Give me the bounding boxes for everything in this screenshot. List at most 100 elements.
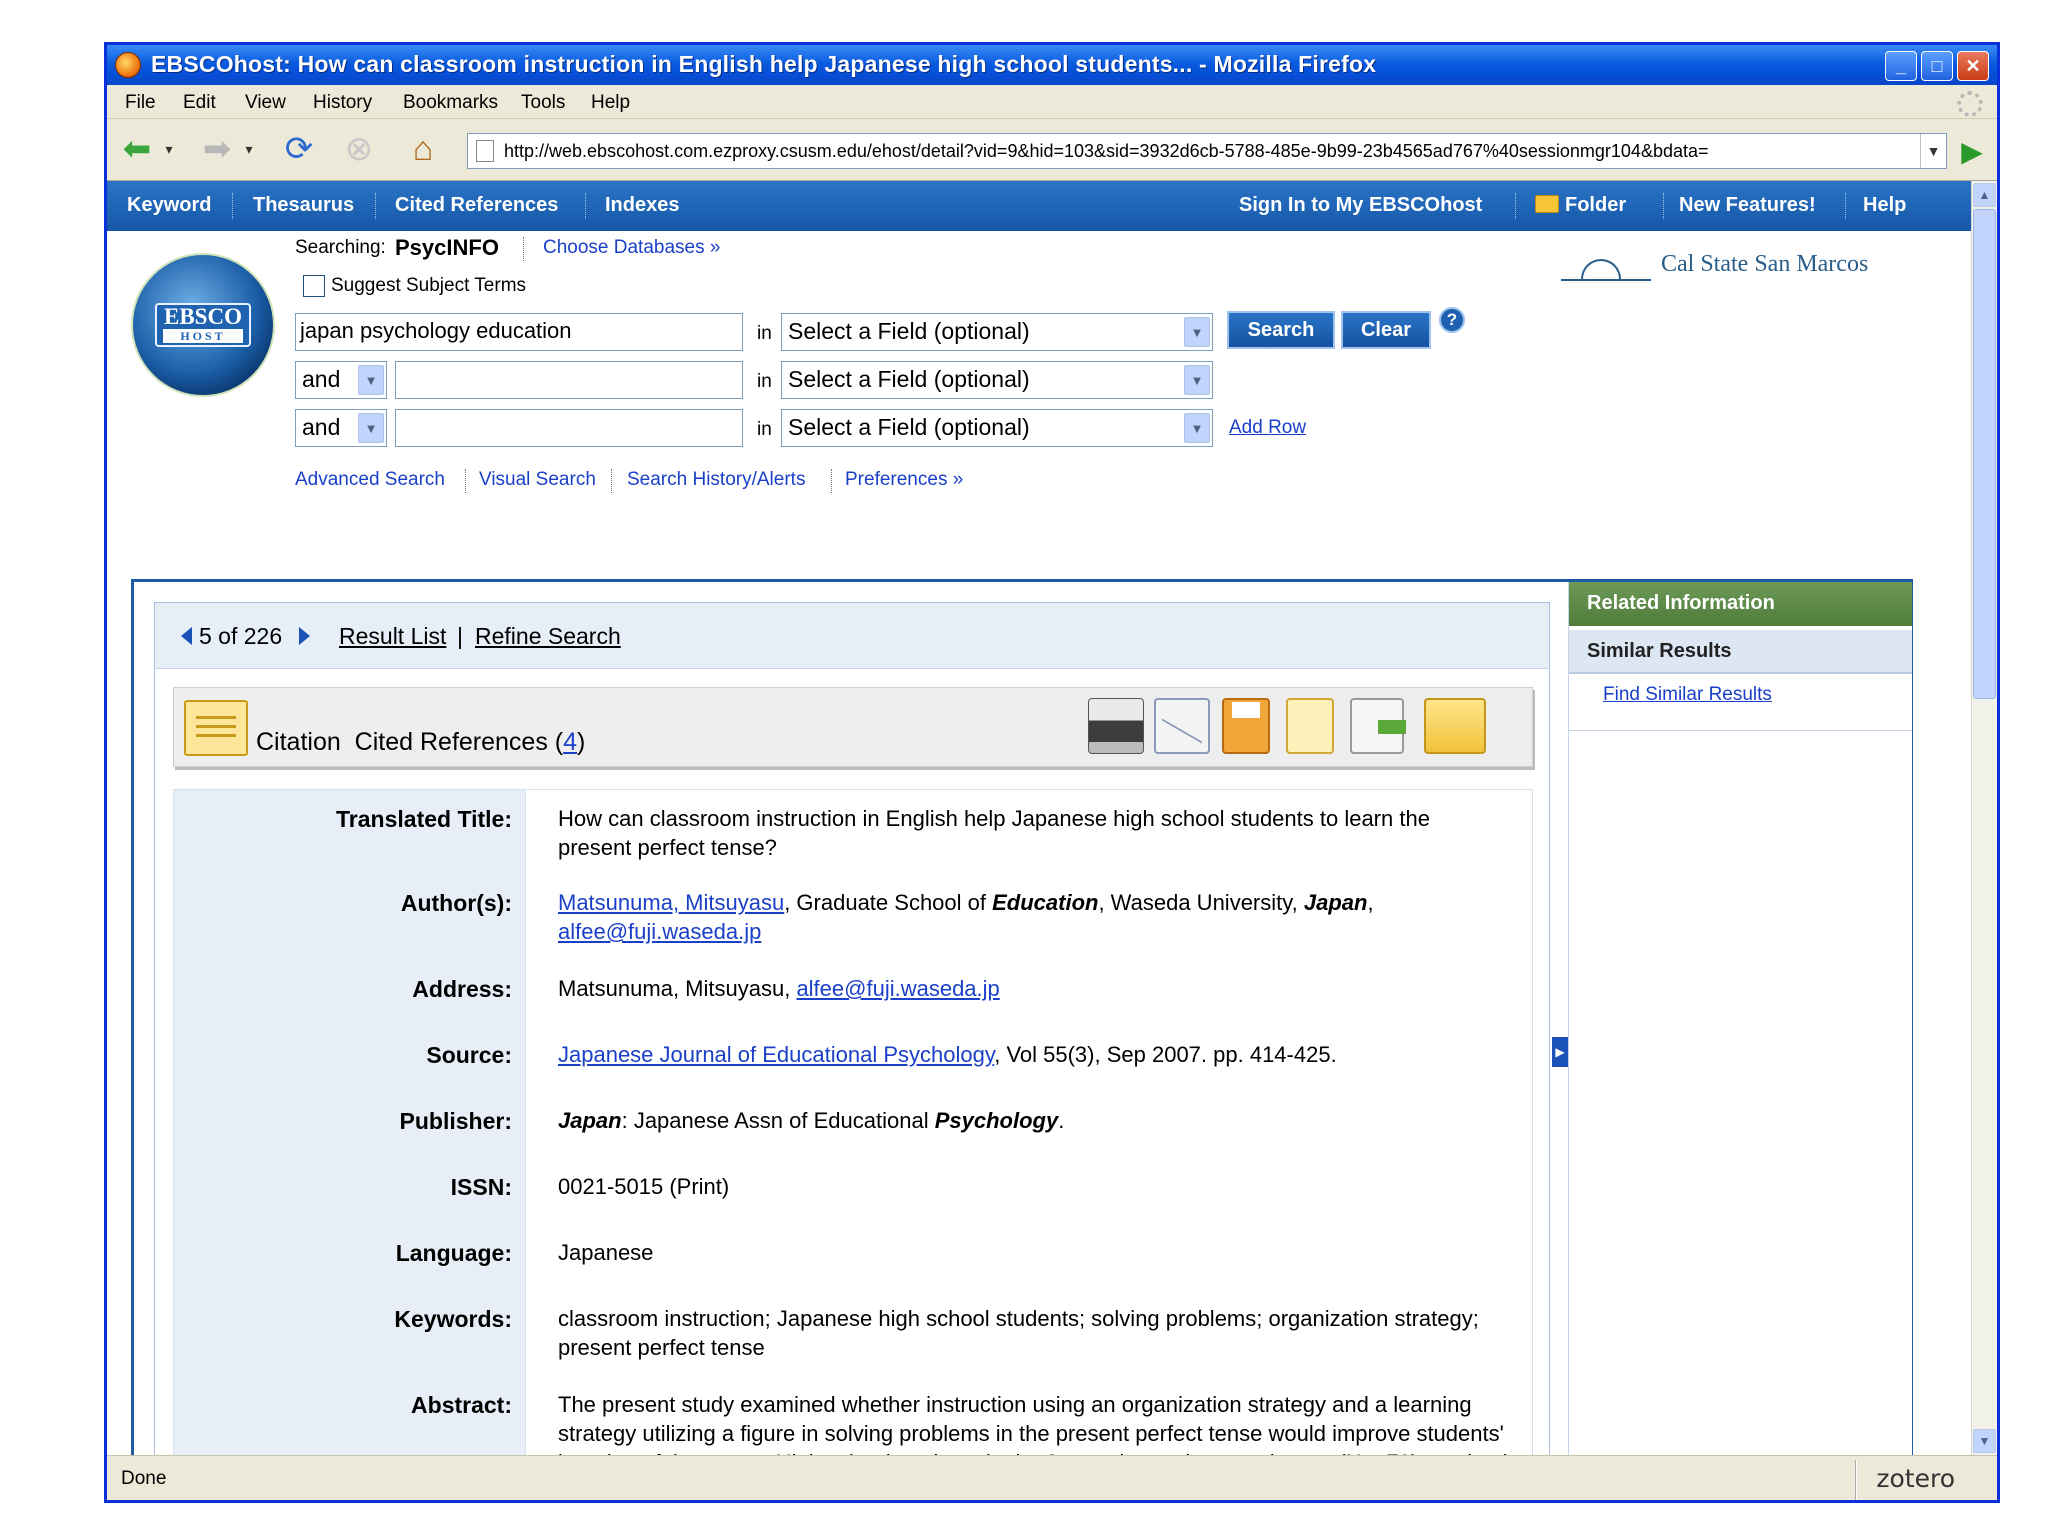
menu-tools[interactable]: Tools (521, 92, 565, 114)
firefox-icon (115, 52, 141, 78)
record-position: 5 of 226 (199, 623, 283, 649)
next-record-icon[interactable] (299, 627, 310, 645)
menu-bar: File Edit View History Bookmarks Tools H… (107, 85, 1997, 119)
menu-history[interactable]: History (313, 92, 372, 114)
back-icon[interactable]: ⬅ (117, 129, 157, 169)
menu-edit[interactable]: Edit (183, 92, 216, 114)
help-icon[interactable]: ? (1439, 307, 1465, 333)
go-icon[interactable]: ▶ (1955, 135, 1989, 167)
add-to-folder-icon[interactable] (1424, 698, 1486, 754)
citation-tab[interactable]: Citation (256, 728, 341, 756)
add-row-link[interactable]: Add Row (1229, 417, 1306, 439)
thesaurus-link[interactable]: Thesaurus (253, 194, 354, 217)
ebsco-logo: EBSCO HOST (131, 253, 275, 397)
previous-record-icon[interactable] (181, 627, 192, 645)
menu-bookmarks[interactable]: Bookmarks (403, 92, 498, 114)
url-text[interactable]: http://web.ebscohost.com.ezproxy.csusm.e… (504, 141, 1899, 162)
campus-skyline-icon (1581, 259, 1621, 279)
field-select-2[interactable]: Select a Field (optional) ▼ (781, 361, 1213, 399)
scroll-down-icon[interactable]: ▼ (1973, 1429, 1996, 1453)
menu-help[interactable]: Help (591, 92, 630, 114)
address-email-link[interactable]: alfee@fuji.waseda.jp (796, 976, 999, 1001)
back-history-icon[interactable]: ▾ (159, 129, 179, 169)
cite-icon[interactable] (1286, 698, 1334, 754)
issn-label: ISSN: (450, 1174, 512, 1200)
in-label: in (757, 419, 772, 440)
cited-references-tab[interactable]: Cited References (355, 728, 548, 756)
chevron-down-icon: ▼ (358, 413, 384, 443)
abstract-label: Abstract: (411, 1392, 512, 1418)
folder-link[interactable]: Folder (1535, 194, 1626, 217)
author-email-link[interactable]: alfee@fuji.waseda.jp (558, 919, 761, 944)
source-value: Japanese Journal of Educational Psycholo… (558, 1042, 1337, 1067)
reload-icon[interactable]: ⟳ (279, 129, 319, 169)
menu-file[interactable]: File (125, 92, 156, 114)
source-label: Source: (426, 1042, 512, 1068)
keywords-label: Keywords: (394, 1306, 512, 1332)
related-info-pane: Related Information Similar Results Find… (1568, 582, 1912, 1455)
refine-search-link[interactable]: Refine Search (475, 623, 621, 650)
scroll-up-icon[interactable]: ▲ (1973, 183, 1996, 207)
chevron-down-icon: ▼ (1184, 317, 1210, 347)
collapse-panel-icon[interactable]: ▶ (1552, 1037, 1568, 1067)
choose-databases-link[interactable]: Choose Databases » (543, 237, 720, 259)
stop-icon[interactable]: ⊗ (339, 129, 379, 169)
institution-name: Cal State San Marcos (1661, 251, 1869, 277)
cited-count-link[interactable]: 4 (563, 728, 577, 756)
institution-logo (1561, 253, 1651, 281)
search-history-link[interactable]: Search History/Alerts (627, 469, 805, 491)
email-icon[interactable] (1154, 696, 1210, 754)
cited-references-link[interactable]: Cited References (395, 194, 558, 217)
pager-bar: 5 of 226 Result List | Refine Search (155, 603, 1549, 669)
throbber-icon (1957, 91, 1983, 117)
print-icon[interactable] (1088, 698, 1144, 754)
visual-search-link[interactable]: Visual Search (479, 469, 596, 491)
find-similar-results-link[interactable]: Find Similar Results (1603, 684, 1772, 706)
minimize-button[interactable]: _ (1885, 51, 1917, 81)
scroll-thumb[interactable] (1973, 209, 1996, 699)
folder-icon (1535, 195, 1559, 213)
abstract-value: The present study examined whether instr… (558, 1392, 1508, 1455)
menu-view[interactable]: View (245, 92, 286, 114)
chevron-down-icon: ▼ (1184, 413, 1210, 443)
indexes-link[interactable]: Indexes (605, 194, 679, 217)
clear-button[interactable]: Clear (1341, 311, 1431, 349)
address-value: Matsunuma, Mitsuyasu, alfee@fuji.waseda.… (558, 976, 1000, 1001)
keyword-link[interactable]: Keyword (127, 194, 211, 217)
sign-in-link[interactable]: Sign In to My EBSCOhost (1239, 194, 1482, 217)
suggest-subject-checkbox[interactable] (303, 275, 325, 297)
boolean-select-1[interactable]: and ▼ (295, 361, 387, 399)
url-dropdown-icon[interactable]: ▼ (1920, 134, 1946, 168)
close-button[interactable]: ✕ (1957, 51, 1989, 81)
result-frame: 5 of 226 Result List | Refine Search Cit… (131, 579, 1913, 1455)
help-link[interactable]: Help (1863, 194, 1906, 217)
export-icon[interactable] (1350, 698, 1406, 754)
url-bar[interactable]: http://web.ebscohost.com.ezproxy.csusm.e… (467, 133, 1947, 169)
forward-history-icon[interactable]: ▾ (239, 129, 259, 169)
result-list-link[interactable]: Result List (339, 623, 446, 650)
home-icon[interactable]: ⌂ (403, 129, 443, 169)
zotero-button[interactable]: zotero (1876, 1464, 1955, 1493)
database-name: PsycINFO (395, 235, 499, 260)
field-select-1[interactable]: Select a Field (optional) ▼ (781, 313, 1213, 351)
forward-icon[interactable]: ➡ (197, 129, 237, 169)
similar-results-header: Similar Results (1569, 630, 1912, 674)
maximize-button[interactable]: □ (1921, 51, 1953, 81)
new-features-link[interactable]: New Features! (1679, 194, 1816, 217)
search-input-3[interactable] (395, 409, 743, 447)
field-select-3[interactable]: Select a Field (optional) ▼ (781, 409, 1213, 447)
preferences-link[interactable]: Preferences » (845, 469, 963, 491)
vertical-scrollbar[interactable]: ▲ ▼ (1971, 181, 1997, 1455)
browser-window: EBSCOhost: How can classroom instruction… (104, 42, 2000, 1503)
search-input-1[interactable]: japan psychology education (295, 313, 743, 351)
authors-value: Matsunuma, Mitsuyasu, Graduate School of… (558, 890, 1374, 944)
search-input-2[interactable] (395, 361, 743, 399)
page-viewport: Keyword Thesaurus Cited References Index… (107, 181, 1977, 1455)
related-info-header: Related Information (1569, 582, 1912, 626)
advanced-search-link[interactable]: Advanced Search (295, 469, 445, 491)
save-icon[interactable] (1222, 698, 1270, 754)
boolean-select-2[interactable]: and ▼ (295, 409, 387, 447)
journal-link[interactable]: Japanese Journal of Educational Psycholo… (558, 1042, 994, 1067)
search-button[interactable]: Search (1227, 311, 1335, 349)
author-link[interactable]: Matsunuma, Mitsuyasu (558, 890, 784, 915)
